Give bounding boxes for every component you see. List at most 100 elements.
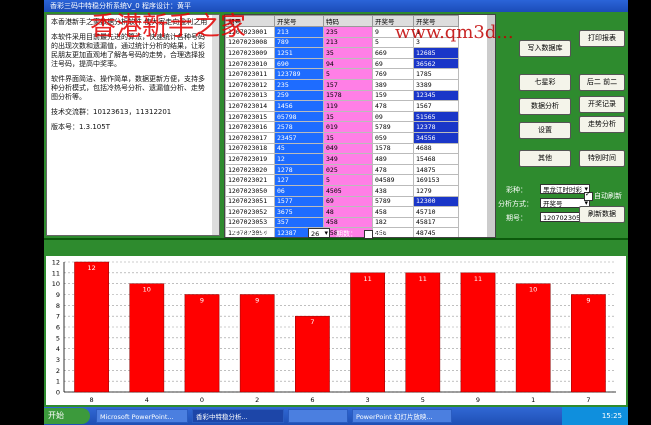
- table-row[interactable]: 1207023008 789 213 5 3: [225, 36, 459, 49]
- table-row[interactable]: 1207023012 235 157 389 3389: [225, 78, 459, 91]
- table-cell: 478: [372, 163, 414, 176]
- bar: [571, 294, 606, 393]
- description-paragraph: 版本号：1.3.105T: [51, 123, 110, 131]
- column-header[interactable]: 特码: [323, 15, 373, 27]
- table-row[interactable]: 1207023021 127 5 04589 169153: [225, 174, 459, 186]
- table-cell: 1207023017: [225, 131, 275, 144]
- y-tick-label: 11: [52, 269, 60, 277]
- table-cell: 478: [372, 100, 414, 112]
- description-paragraph: 本香港新手之家数据分析软件 使大家走向盈利之用: [51, 18, 208, 26]
- column-header[interactable]: 开奖号: [274, 15, 324, 27]
- seven-color-button[interactable]: 七星彩: [519, 74, 571, 91]
- table-cell: 1207023019: [225, 153, 275, 165]
- table-row[interactable]: 1207023014 1456 119 478 1567: [225, 100, 459, 112]
- taskbar-item[interactable]: PowerPoint 幻灯片放映...: [352, 409, 452, 423]
- bar-value-label: 7: [310, 318, 314, 326]
- column-header[interactable]: 开奖号: [372, 15, 414, 27]
- table-cell: 235: [274, 78, 324, 91]
- table-row[interactable]: 1207023051 1577 69 5789 12300: [225, 195, 459, 208]
- x-tick-label: 5: [421, 396, 425, 404]
- table-cell: 94: [323, 57, 373, 70]
- table-scrollbar[interactable]: [487, 15, 495, 237]
- bar-value-label: 10: [143, 286, 151, 294]
- table-row[interactable]: 1207023010 690 94 69 36562: [225, 57, 459, 70]
- trend-analysis-button[interactable]: 走势分析: [579, 116, 625, 133]
- table-cell: 489: [372, 153, 414, 165]
- y-tick-label: 4: [56, 345, 60, 353]
- table-cell: 059: [372, 131, 414, 144]
- taskbar-item[interactable]: [288, 409, 348, 423]
- write-db-button[interactable]: 写入数据库: [519, 40, 571, 57]
- system-tray: 15:25: [562, 407, 628, 425]
- bar: [350, 272, 385, 393]
- draw-history-table[interactable]: 期号 开奖号 特码 开奖号 开奖号 1207023001 213 235 9 1 1207…: [224, 14, 496, 238]
- table-cell: 123789: [274, 68, 324, 80]
- table-row[interactable]: 1207023053 357 458 182 45817: [225, 216, 459, 229]
- period-count-spinner[interactable]: 26: [308, 228, 330, 238]
- table-cell: 45: [274, 142, 324, 155]
- table-cell: 1578: [323, 89, 373, 102]
- taskbar-item[interactable]: 香彩中特稳分析...: [192, 409, 284, 423]
- same-row-checkbox[interactable]: [364, 230, 373, 239]
- table-row[interactable]: 1207023015 05798 15 09 51565: [225, 110, 459, 123]
- table-cell: 1207023051: [225, 195, 275, 208]
- bar-value-label: 12: [87, 264, 95, 272]
- table-cell: 1207023016: [225, 121, 275, 133]
- table-row[interactable]: 1207023052 3675 48 458 45710: [225, 206, 459, 218]
- table-cell: 438: [372, 184, 414, 197]
- table-cell: 769: [372, 68, 414, 80]
- table-cell: 35: [323, 47, 373, 59]
- bar-value-label: 11: [474, 275, 482, 283]
- column-header[interactable]: 开奖号: [413, 15, 459, 27]
- lottery-type-label: 彩种：: [506, 186, 527, 194]
- table-row[interactable]: 1207023017 23457 15 059 34556: [225, 131, 459, 144]
- table-cell: 05798: [274, 110, 324, 123]
- lottery-type-select[interactable]: 黑龙江时时彩: [540, 184, 590, 194]
- chart-toolbar-strip: [46, 242, 626, 256]
- table-row[interactable]: 1207023013 259 1578 159 12345: [225, 89, 459, 102]
- print-report-button[interactable]: 打印报表: [579, 30, 625, 47]
- table-row[interactable]: 1207023001 213 235 9 1: [225, 26, 459, 38]
- table-row[interactable]: 1207023011 123789 5 769 1785: [225, 68, 459, 80]
- table-cell: 23457: [274, 131, 324, 144]
- table-row[interactable]: 1207023016 2578 019 5789 12378: [225, 121, 459, 133]
- table-cell: 159: [372, 89, 414, 102]
- table-cell: 213: [274, 26, 324, 38]
- clock: 15:25: [601, 412, 622, 420]
- bar-value-label: 10: [529, 286, 537, 294]
- description-paragraph: 本软件采用目前最先进的算法，快速统计各种号码的出现次数和遗漏值，通过统计分析的结…: [51, 33, 205, 68]
- table-row[interactable]: 1207023050 06 4505 438 1279: [225, 184, 459, 197]
- table-cell: 04589: [372, 174, 414, 186]
- table-row[interactable]: 1207023018 45 049 1578 4688: [225, 142, 459, 155]
- table-cell: 48745: [413, 227, 459, 237]
- x-tick-label: 8: [90, 396, 94, 404]
- auto-refresh-checkbox[interactable]: [584, 190, 593, 201]
- refresh-data-button[interactable]: 刷新数据: [579, 206, 625, 223]
- table-cell: 06: [274, 184, 324, 197]
- table-cell: 259: [274, 89, 324, 102]
- table-cell: 169153: [413, 174, 459, 186]
- start-button[interactable]: 开始: [44, 408, 90, 424]
- table-row[interactable]: 1207023009 1251 35 669 12685: [225, 47, 459, 59]
- description-scrollbar[interactable]: [212, 15, 219, 235]
- table-cell: 019: [323, 121, 373, 133]
- table-row[interactable]: 1207023019 12 349 489 15468: [225, 153, 459, 165]
- screen: 香彩三码中特稳分析系统V_0 程序设计：黄平 本香港新手之家数据分析软件 使大家…: [44, 0, 628, 425]
- settings-button[interactable]: 设置: [519, 122, 571, 139]
- after-two-button[interactable]: 后二 前二: [579, 74, 625, 91]
- table-cell: 235: [323, 26, 373, 38]
- table-cell: 12: [274, 153, 324, 165]
- data-analysis-button[interactable]: 数据分析: [519, 98, 571, 115]
- column-header[interactable]: 期号: [225, 15, 275, 27]
- bar-value-label: 9: [200, 297, 204, 305]
- window-title: 香彩三码中特稳分析系统V_0 程序设计：黄平: [50, 2, 191, 10]
- table-cell: 1785: [413, 68, 459, 80]
- table-cell: 09: [372, 110, 414, 123]
- taskbar-item[interactable]: Microsoft PowerPoint...: [96, 409, 188, 423]
- description-panel[interactable]: 本香港新手之家数据分析软件 使大家走向盈利之用 本软件采用目前最先进的算法，快速…: [46, 14, 220, 236]
- table-cell: 5: [323, 174, 373, 186]
- open-history-button[interactable]: 开奖记录: [579, 96, 625, 113]
- table-row[interactable]: 1207023020 1278 025 478 14875: [225, 163, 459, 176]
- special-time-button[interactable]: 特别时间: [579, 150, 625, 167]
- other-button[interactable]: 其他: [519, 150, 571, 167]
